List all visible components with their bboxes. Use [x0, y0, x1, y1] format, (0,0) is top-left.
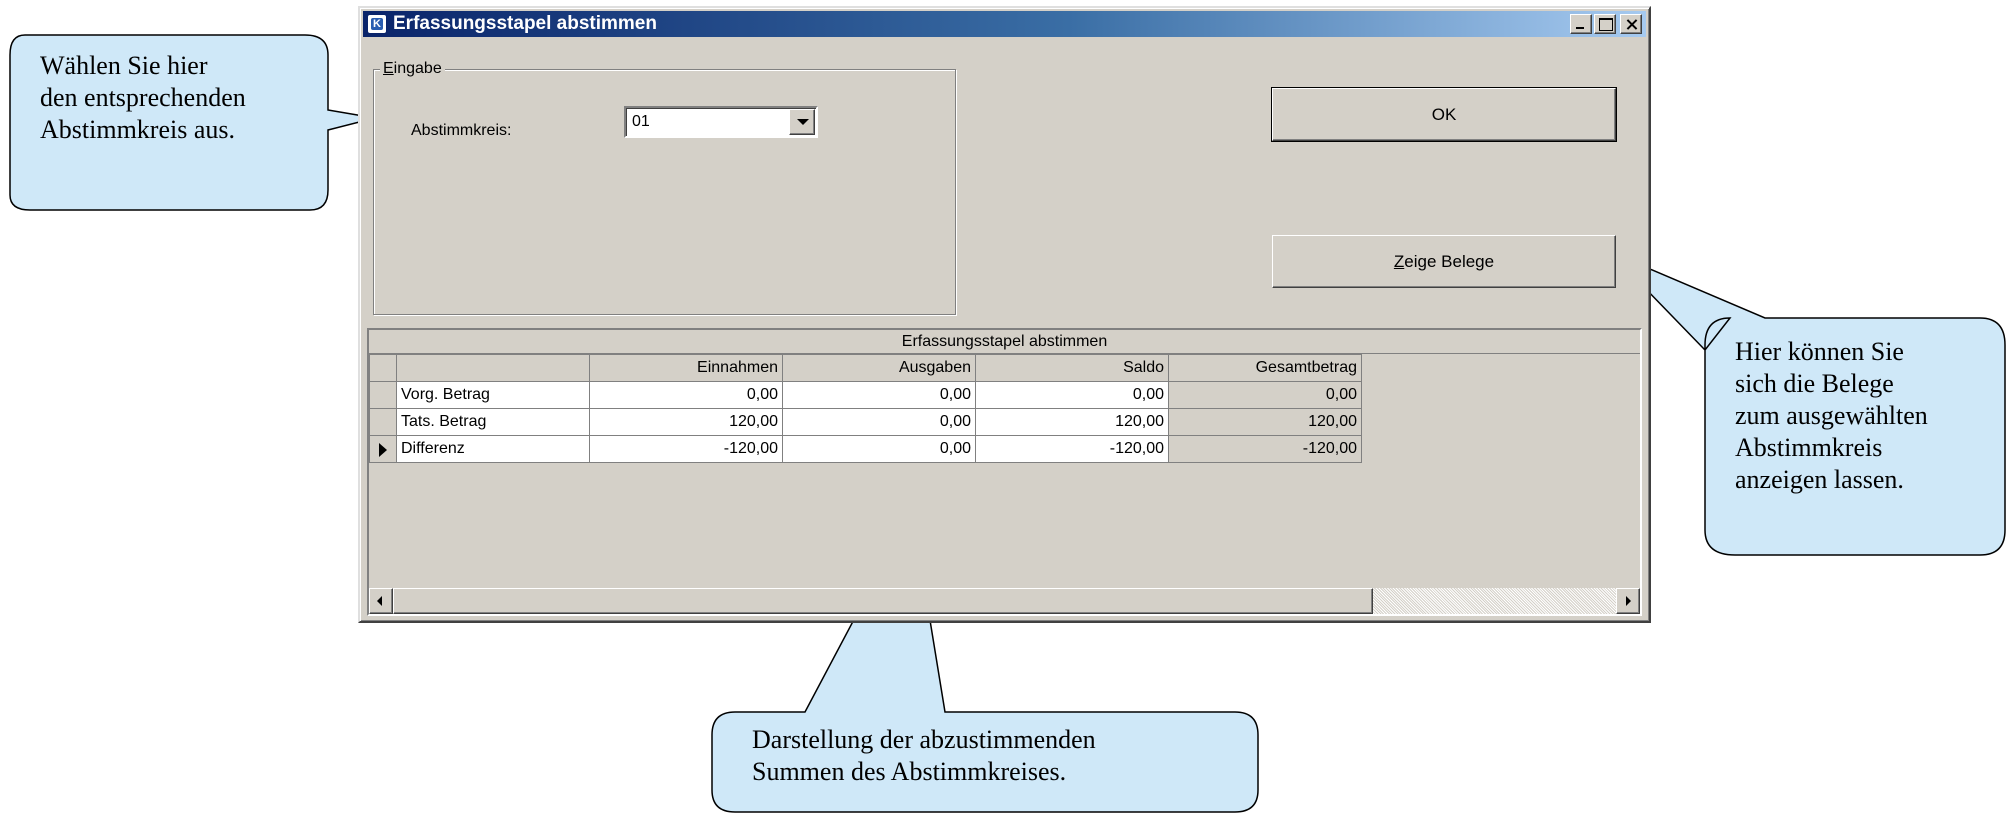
einnahmen-cell[interactable]: 120,00 — [589, 408, 783, 436]
indicator-header — [369, 354, 397, 382]
scroll-right-icon[interactable] — [1616, 588, 1640, 614]
row-label-cell[interactable]: Differenz — [396, 435, 590, 463]
column-header-einnahmen[interactable]: Einnahmen — [589, 354, 783, 382]
row-indicator[interactable] — [369, 408, 397, 436]
grid-caption: Erfassungsstapel abstimmen — [369, 330, 1640, 354]
column-header-saldo[interactable]: Saldo — [975, 354, 1169, 382]
current-row-arrow-icon — [379, 443, 387, 457]
abstimm-grid[interactable]: Erfassungsstapel abstimmen Einnahmen Aus… — [367, 328, 1642, 616]
callout-line: Abstimmkreis aus. — [40, 115, 235, 144]
row-label-cell[interactable]: Tats. Betrag — [396, 408, 590, 436]
column-header-gesamtbetrag[interactable]: Gesamtbetrag — [1168, 354, 1362, 382]
grid-table: Einnahmen Ausgaben Saldo Gesamtbetrag Vo… — [369, 354, 1362, 463]
saldo-cell[interactable]: -120,00 — [975, 435, 1169, 463]
column-header-label[interactable] — [396, 354, 590, 382]
callout-line: anzeigen lassen. — [1735, 465, 1904, 494]
zeige-belege-button[interactable]: Zeige Belege — [1272, 235, 1616, 288]
callout-summen-text: Darstellung der abzustimmenden Summen de… — [752, 724, 1096, 788]
abstimmkreis-label: Abstimmkreis: — [411, 122, 512, 139]
app-icon-glyph: K — [373, 18, 381, 30]
saldo-cell[interactable]: 0,00 — [975, 381, 1169, 409]
callout-line: Wählen Sie hier — [40, 51, 208, 80]
gesamtbetrag-cell[interactable]: 120,00 — [1168, 408, 1362, 436]
dialog-window: K Erfassungsstapel abstimmen Eingabe Abs… — [358, 6, 1651, 623]
row-indicator[interactable] — [369, 435, 397, 463]
horizontal-scrollbar[interactable] — [369, 588, 1640, 614]
table-row[interactable]: Differenz -120,00 0,00 -120,00 -120,00 — [369, 435, 1362, 463]
eingabe-legend: Eingabe — [380, 59, 445, 79]
legend-accelerator: E — [383, 60, 394, 77]
row-label-cell[interactable]: Vorg. Betrag — [396, 381, 590, 409]
button-label: eige Belege — [1404, 252, 1495, 271]
close-button[interactable] — [1620, 14, 1642, 34]
gesamtbetrag-cell[interactable]: 0,00 — [1168, 381, 1362, 409]
combobox-value: 01 — [632, 113, 650, 130]
ausgaben-cell[interactable]: 0,00 — [782, 435, 976, 463]
callout-line: Hier können Sie — [1735, 337, 1904, 366]
column-header-ausgaben[interactable]: Ausgaben — [782, 354, 976, 382]
table-row[interactable]: Vorg. Betrag 0,00 0,00 0,00 0,00 — [369, 381, 1362, 409]
callout-line: Summen des Abstimmkreises. — [752, 757, 1067, 786]
dropdown-arrow-icon[interactable] — [789, 109, 815, 135]
ok-button[interactable]: OK — [1272, 88, 1616, 141]
einnahmen-cell[interactable]: 0,00 — [589, 381, 783, 409]
minimize-button[interactable] — [1570, 14, 1592, 34]
callout-line: zum ausgewählten — [1735, 401, 1928, 430]
scroll-left-icon[interactable] — [369, 588, 393, 614]
scrollbar-thumb[interactable] — [393, 588, 1373, 614]
callout-line: den entsprechenden — [40, 83, 246, 112]
button-accelerator: Z — [1393, 252, 1405, 271]
app-icon[interactable]: K — [367, 14, 387, 34]
title-bar[interactable]: K Erfassungsstapel abstimmen — [363, 11, 1646, 37]
callout-line: sich die Belege — [1735, 369, 1894, 398]
grid-header-row: Einnahmen Ausgaben Saldo Gesamtbetrag — [369, 354, 1362, 382]
row-indicator[interactable] — [369, 381, 397, 409]
einnahmen-cell[interactable]: -120,00 — [589, 435, 783, 463]
ausgaben-cell[interactable]: 0,00 — [782, 381, 976, 409]
saldo-cell[interactable]: 120,00 — [975, 408, 1169, 436]
maximize-button[interactable] — [1594, 14, 1616, 34]
callout-belege-text: Hier können Sie sich die Belege zum ausg… — [1735, 336, 1928, 496]
legend-text: ingabe — [393, 60, 442, 77]
abstimmkreis-combobox[interactable]: 01 — [624, 106, 818, 138]
callout-abstimmkreis-text: Wählen Sie hier den entsprechenden Absti… — [40, 50, 246, 146]
gesamtbetrag-cell[interactable]: -120,00 — [1168, 435, 1362, 463]
ausgaben-cell[interactable]: 0,00 — [782, 408, 976, 436]
callout-line: Abstimmkreis — [1735, 433, 1883, 462]
callout-line: Darstellung der abzustimmenden — [752, 725, 1096, 754]
table-row[interactable]: Tats. Betrag 120,00 0,00 120,00 120,00 — [369, 408, 1362, 436]
window-title: Erfassungsstapel abstimmen — [393, 13, 657, 34]
